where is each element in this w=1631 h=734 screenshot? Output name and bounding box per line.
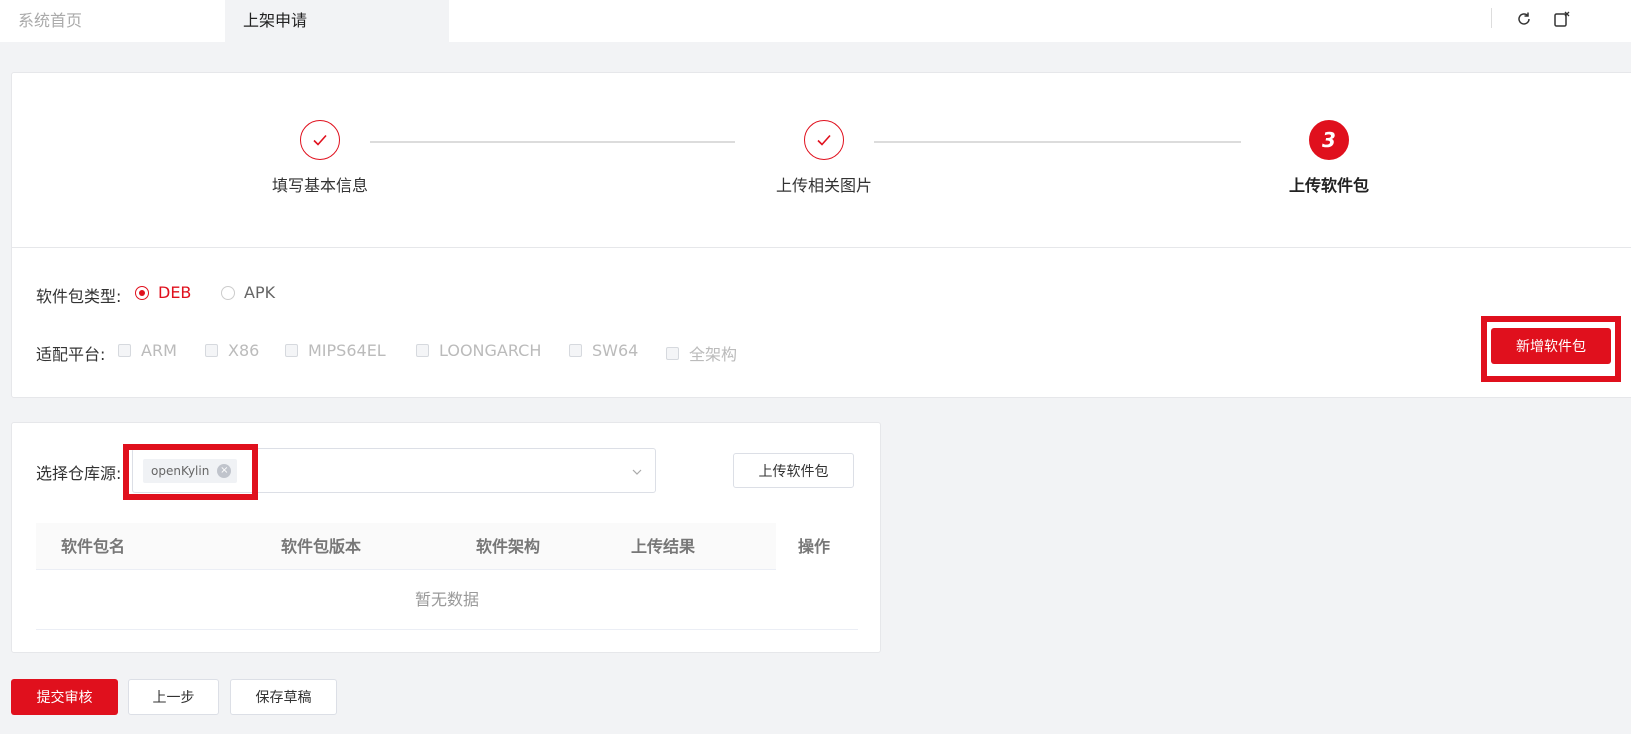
checkbox-label: MIPS64EL (308, 341, 386, 360)
upload-package-button[interactable]: 上传软件包 (733, 453, 854, 488)
step-label: 上传软件包 (1288, 176, 1369, 195)
table-header-cell: 软件包版本 (281, 537, 362, 556)
repo-label: 选择仓库源: (36, 464, 122, 483)
checkbox-icon (569, 344, 582, 357)
checkbox-mips64el[interactable]: MIPS64EL (285, 341, 386, 360)
table-header-cell: 操作 (798, 537, 831, 556)
table-header-cell: 软件架构 (476, 537, 541, 556)
prev-step-button[interactable]: 上一步 (128, 679, 219, 715)
chevron-down-icon (632, 469, 642, 475)
step-number: 3 (1309, 120, 1349, 160)
checkbox-icon (666, 346, 679, 360)
steps-card: 填写基本信息 上传相关图片 3 上传软件包 软件包类型: DEB APK 适配平… (11, 72, 1631, 398)
checkbox-label: X86 (228, 341, 260, 360)
table-header: 软件包名 软件包版本 软件架构 上传结果 操作 (36, 523, 858, 570)
checkbox-all-arch[interactable]: 全架构 (666, 341, 737, 365)
step-3: 3 上传软件包 (1229, 120, 1429, 196)
platform-label: 适配平台: (36, 345, 106, 364)
radio-checked-icon (135, 285, 149, 300)
radio-deb[interactable]: DEB (135, 283, 191, 302)
submit-review-button[interactable]: 提交审核 (11, 679, 118, 715)
tab-home[interactable]: 系统首页 (0, 0, 225, 42)
step-done-check-icon (804, 120, 844, 160)
table-header-cell: 上传结果 (631, 537, 696, 556)
checkbox-icon (205, 344, 218, 357)
checkbox-arm[interactable]: ARM (118, 341, 177, 360)
step-connector (370, 141, 735, 143)
step-1: 填写基本信息 (220, 120, 420, 196)
radio-apk[interactable]: APK (221, 283, 275, 302)
tab-tools (1491, 0, 1631, 42)
checkbox-label: SW64 (592, 341, 639, 360)
step-label: 填写基本信息 (271, 176, 368, 195)
step-2: 上传相关图片 (724, 120, 924, 196)
checkbox-loongarch[interactable]: LOONGARCH (416, 341, 541, 360)
tab-bar: 系统首页 上架申请 (0, 0, 1631, 42)
tab-tools-divider (1491, 8, 1492, 28)
save-draft-button[interactable]: 保存草稿 (230, 679, 337, 715)
checkbox-icon (118, 344, 131, 357)
divider (12, 247, 1631, 248)
close-tab-icon[interactable] (1553, 10, 1571, 28)
checkbox-x86[interactable]: X86 (205, 341, 259, 360)
table-header-cell: 软件包名 (61, 537, 126, 556)
add-package-button[interactable]: 新增软件包 (1491, 328, 1611, 364)
checkbox-label: LOONGARCH (439, 341, 542, 360)
radio-unchecked-icon (221, 285, 235, 300)
step-connector (874, 141, 1241, 143)
tab-listing-apply[interactable]: 上架申请 (225, 0, 449, 42)
checkbox-icon (416, 344, 429, 357)
radio-label: APK (244, 283, 276, 302)
package-table: 软件包名 软件包版本 软件架构 上传结果 操作 暂无数据 (36, 523, 858, 630)
table-empty-text: 暂无数据 (36, 570, 858, 630)
checkbox-label: ARM (141, 341, 177, 360)
radio-label: DEB (158, 283, 192, 302)
step-label: 上传相关图片 (775, 176, 872, 195)
highlight-box (123, 444, 258, 500)
package-type-label: 软件包类型: (36, 287, 122, 306)
refresh-icon[interactable] (1515, 10, 1533, 28)
checkbox-label: 全架构 (689, 345, 738, 364)
checkbox-icon (285, 344, 298, 357)
checkbox-sw64[interactable]: SW64 (569, 341, 638, 360)
step-done-check-icon (300, 120, 340, 160)
